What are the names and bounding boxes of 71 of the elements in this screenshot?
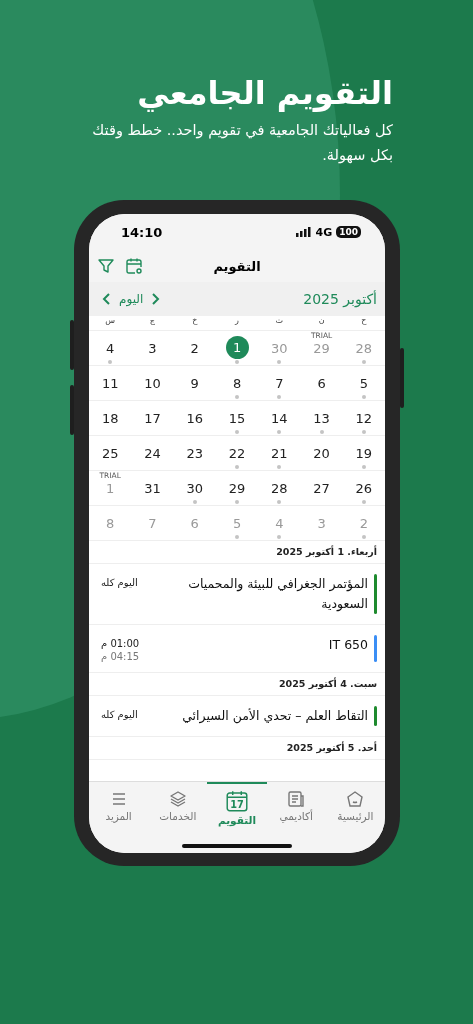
day-number[interactable]: 1	[225, 336, 249, 359]
event-time: 04:15 م	[101, 651, 140, 662]
day-number[interactable]: 16	[183, 409, 206, 429]
date-header: أحد. 5 أكتوبر 2025	[89, 737, 385, 760]
date-header: سبت. 4 أكتوبر 2025	[89, 673, 385, 696]
weekday-label: ج	[148, 316, 156, 327]
day-number[interactable]: 30	[183, 479, 206, 499]
day-number[interactable]: 7	[268, 374, 291, 394]
calendar-icon: 17	[226, 790, 248, 812]
weekday-label: س	[104, 316, 117, 327]
event-title: التقاط العلم – تحدي الأمن السيرائي	[181, 707, 368, 726]
event-row[interactable]: المؤتمر الجغرافي للبيئة والمحميات السعودية اليوم كله	[89, 564, 385, 625]
day-number[interactable]: 9	[183, 374, 206, 394]
calendar-settings-icon[interactable]	[125, 257, 143, 275]
day-number[interactable]: 6	[310, 374, 333, 394]
day-number[interactable]: 2	[183, 339, 206, 359]
tab[interactable]: الخدمات	[148, 782, 208, 836]
weekday-label: ر	[233, 316, 240, 327]
network-label: 4G	[315, 225, 333, 239]
day-number[interactable]: 24	[141, 444, 164, 464]
weekday-label: ح	[360, 316, 368, 327]
filter-icon[interactable]	[97, 257, 115, 275]
headline: التقويم الجامعي	[136, 73, 393, 114]
screen-title: التقويم	[213, 258, 261, 274]
event-time: 01:00 م	[101, 638, 140, 649]
event-title: المؤتمر الجغرافي للبيئة والمحميات السعودية	[187, 575, 368, 614]
month-label: أكتوبر 2025	[303, 291, 377, 307]
day-number[interactable]: 12	[352, 409, 375, 429]
day-number[interactable]: 23	[183, 444, 206, 464]
day-number[interactable]: 19	[352, 444, 375, 464]
subtitle: كل فعالياتك الجامعية في تقويم واحد.. خطط وقتك بكل سهولة.	[91, 121, 393, 166]
day-number[interactable]: 31	[141, 479, 164, 499]
day-number[interactable]: 13	[310, 409, 333, 429]
event-title: IT 650	[327, 636, 368, 654]
event-time: اليوم كله	[101, 577, 138, 588]
day-number[interactable]: 15	[226, 409, 248, 429]
day-number[interactable]: 5	[352, 374, 375, 394]
weekday-label: ث	[274, 316, 285, 327]
signal-icon	[295, 227, 312, 237]
document-icon	[287, 790, 306, 808]
date-header: أربعاء. 1 أكتوبر 2025	[89, 541, 385, 564]
event-row[interactable]: التقاط العلم – تحدي الأمن السيرائي اليوم كله	[89, 696, 385, 737]
day-number[interactable]: 4	[99, 339, 122, 359]
next-icon[interactable]	[149, 292, 162, 306]
day-number[interactable]: 21	[268, 444, 291, 464]
battery-level: 100	[336, 226, 361, 238]
day-number[interactable]: 29	[226, 479, 248, 499]
weekday-label: خ	[191, 316, 199, 327]
layers-icon	[168, 790, 187, 808]
day-number[interactable]: 14	[268, 409, 291, 429]
day-number[interactable]: 26	[352, 479, 375, 499]
day-number[interactable]: 18	[99, 409, 122, 429]
house-icon	[346, 790, 365, 808]
day-number[interactable]: 27	[310, 479, 333, 499]
status-time: 14:10	[121, 224, 163, 240]
day-number[interactable]: 17	[141, 409, 164, 429]
day-number[interactable]: 25	[99, 444, 122, 464]
day-number[interactable]: 11	[99, 374, 122, 394]
day-number[interactable]: 3	[141, 339, 164, 359]
day-number[interactable]: 22	[226, 444, 248, 464]
day-number[interactable]: 20	[310, 444, 333, 464]
event-time: اليوم كله	[101, 709, 138, 720]
weekday-label: ن	[317, 316, 326, 327]
tab[interactable]: المزيد	[89, 782, 149, 836]
day-number[interactable]: 8	[226, 374, 248, 394]
day-number[interactable]: 10	[141, 374, 164, 394]
previous-icon[interactable]	[101, 292, 113, 306]
today-button[interactable]: اليوم	[119, 292, 144, 306]
tab[interactable]: أكاديمي	[266, 782, 326, 836]
tab[interactable]: الرئيسية	[325, 782, 385, 836]
day-number[interactable]: 28	[268, 479, 291, 499]
